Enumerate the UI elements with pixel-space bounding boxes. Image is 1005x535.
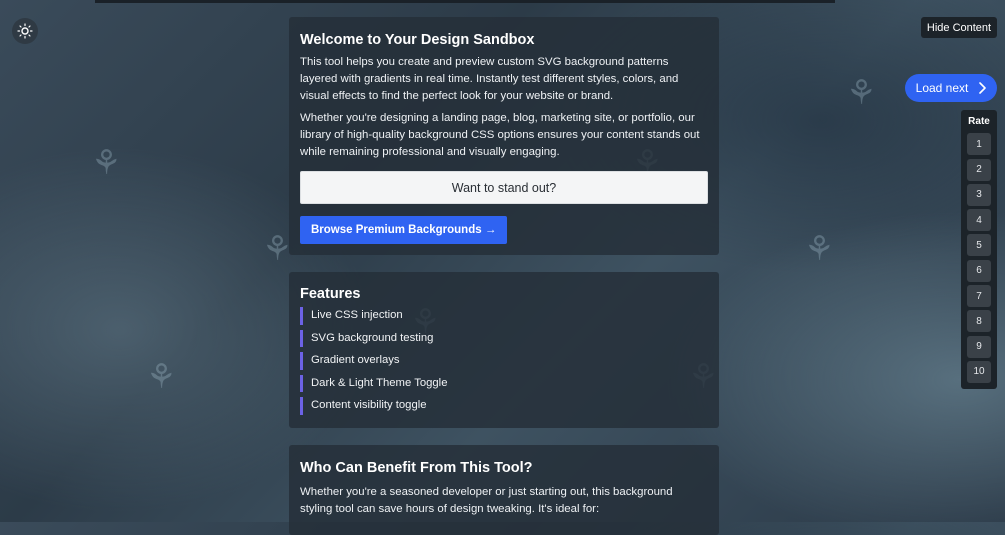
- chevron-right-icon: [979, 82, 987, 94]
- rate-title: Rate: [968, 116, 990, 127]
- cta-text: Want to stand out?: [451, 180, 557, 195]
- load-next-button[interactable]: Load next: [905, 74, 997, 102]
- rate-button-10[interactable]: 10: [967, 360, 991, 383]
- sun-icon: [17, 23, 33, 39]
- rate-button-9[interactable]: 9: [967, 335, 991, 358]
- feature-item: Gradient overlays: [300, 352, 708, 370]
- rate-button-3[interactable]: 3: [967, 183, 991, 206]
- rate-panel: Rate 1 2 3 4 5 6 7 8 9 10: [961, 110, 997, 389]
- benefit-title: Who Can Benefit From This Tool?: [300, 460, 533, 476]
- plant-motif-icon: ⚘: [262, 229, 293, 269]
- load-next-label: Load next: [915, 81, 969, 95]
- browse-premium-button[interactable]: Browse Premium Backgrounds →: [300, 216, 508, 245]
- rate-button-2[interactable]: 2: [967, 158, 991, 181]
- intro-paragraph-2: Whether you're designing a landing page,…: [300, 111, 700, 159]
- theme-toggle-button[interactable]: [12, 18, 38, 44]
- plant-motif-icon: ⚘: [846, 73, 877, 113]
- rate-button-6[interactable]: 6: [967, 259, 991, 282]
- feature-item: Dark & Light Theme Toggle: [300, 374, 708, 393]
- plant-motif-icon: ⚘: [804, 229, 835, 269]
- plant-motif-icon: ⚘: [146, 357, 177, 397]
- feature-item: Content visibility toggle: [300, 397, 708, 415]
- rate-button-1[interactable]: 1: [967, 133, 991, 156]
- features-title: Features: [300, 286, 361, 302]
- feature-item: SVG background testing: [300, 329, 708, 348]
- plant-motif-icon: ⚘: [91, 143, 122, 183]
- intro-card: Welcome to Your Design Sandbox This tool…: [289, 17, 719, 255]
- features-card: Features Live CSS injection SVG backgrou…: [289, 272, 719, 428]
- rate-button-7[interactable]: 7: [967, 285, 991, 308]
- intro-paragraph-1: This tool helps you create and preview c…: [300, 56, 679, 103]
- rate-button-5[interactable]: 5: [967, 234, 991, 257]
- rate-button-4[interactable]: 4: [967, 209, 991, 232]
- intro-title: Welcome to Your Design Sandbox: [300, 32, 535, 48]
- top-bar: [95, 0, 835, 3]
- benefit-paragraph: Whether you're a seasoned developer or j…: [300, 486, 673, 516]
- rate-button-8[interactable]: 8: [967, 310, 991, 333]
- cta-box[interactable]: Want to stand out?: [300, 171, 708, 205]
- hide-content-button[interactable]: Hide Content: [921, 17, 997, 38]
- feature-item: Live CSS injection: [300, 307, 708, 325]
